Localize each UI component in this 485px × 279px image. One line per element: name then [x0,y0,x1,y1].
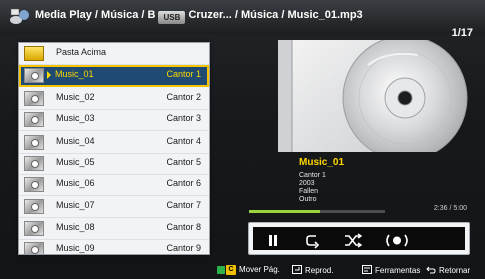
header-bar: Media Play / Música / B USB Cruzer... / Mú… [0,0,485,39]
tools-icon [362,265,372,274]
repeat-icon [306,235,320,249]
folder-up-icon [24,46,44,61]
list-item-name: Music_03 [56,113,95,123]
music-file-icon [24,177,44,192]
list-item-artist: Cantor 7 [166,200,201,210]
list-item-name: Music_04 [56,136,95,146]
list-item-name: Music_01 [55,69,94,79]
list-item-artist: Cantor 5 [166,157,201,167]
file-counter: 1/17 [451,27,473,39]
track-year: 2003 [299,180,315,187]
list-item[interactable]: Music_09 Cantor 9 [19,239,209,254]
footer-bar: C Mover Pág. Reprod. Ferramentas Retorna… [0,262,485,279]
folder-up-label: Pasta Acima [56,47,107,57]
play-indicator-icon [47,71,51,79]
playback-progress-bar[interactable] [249,210,385,213]
shuffle-button[interactable] [341,232,365,249]
list-item-artist: Cantor 9 [166,243,201,253]
sound-mode-button[interactable] [383,232,411,249]
playback-controls [248,222,470,255]
playback-time: 2:36 / 5:00 [433,205,467,212]
play-hint-label: Reprod. [305,266,334,275]
pause-icon [269,235,277,246]
list-item[interactable]: Music_07 Cantor 7 [19,196,209,218]
green-key-icon [217,266,225,274]
controls-inner [253,227,465,250]
music-file-icon [24,221,44,236]
list-item-artist: Cantor 2 [166,92,201,102]
list-item[interactable]: Music_02 Cantor 2 [19,88,209,110]
play-hint[interactable]: Reprod. [292,265,333,275]
breadcrumb-left: Media Play / Música / B [35,9,156,21]
move-page-hint[interactable]: Mover Pág. [239,265,280,274]
sound-mode-icon [386,234,408,247]
back-hint-label: Retornar [439,266,471,275]
list-item[interactable]: Music_06 Cantor 6 [19,174,209,196]
list-item-name: Music_06 [56,178,95,188]
pause-button[interactable] [261,232,285,249]
list-item-artist: Cantor 8 [166,222,201,232]
track-artist: Cantor 1 [299,172,326,179]
track-title: Music_01 [299,157,345,168]
music-file-icon [24,156,44,171]
list-item-name: Music_09 [56,243,95,253]
list-item-name: Music_07 [56,200,95,210]
list-item[interactable]: Music_01 Cantor 1 [19,65,209,87]
return-icon [426,266,436,274]
music-file-icon [24,199,44,214]
music-file-list: Pasta Acima Music_01 Cantor 1 Music_02 C… [18,42,210,255]
list-item-name: Music_02 [56,92,95,102]
breadcrumb: Media Play / Música / B USB Cruzer... / Mú… [35,9,363,24]
list-item-artist: Cantor 1 [166,69,201,79]
track-album: Fallen [299,188,319,195]
list-item-artist: Cantor 4 [166,136,201,146]
track-genre: Outro [299,196,317,203]
usb-drive-icon: USB [158,11,186,24]
playback-progress-fill [249,210,320,213]
list-item[interactable]: Music_08 Cantor 8 [19,218,209,240]
yellow-key-icon: C [226,265,236,275]
music-file-icon [24,68,44,83]
list-item[interactable]: Music_04 Cantor 4 [19,132,209,154]
music-file-icon [24,112,44,127]
album-art-cd-icon [278,40,468,152]
media-play-icon [10,8,29,24]
back-hint[interactable]: Retornar [426,265,470,275]
list-item-artist: Cantor 6 [166,178,201,188]
tools-hint-label: Ferramentas [375,266,421,275]
tools-hint[interactable]: Ferramentas [362,265,420,275]
list-item[interactable]: Music_05 Cantor 5 [19,153,209,175]
music-file-icon [24,91,44,106]
music-file-icon [24,135,44,150]
repeat-button[interactable] [301,232,325,249]
folder-up-item[interactable]: Pasta Acima [19,43,209,65]
list-item-artist: Cantor 3 [166,113,201,123]
breadcrumb-right: Cruzer... / Música / Music_01.mp3 [188,9,363,21]
list-item-name: Music_05 [56,157,95,167]
list-item[interactable]: Music_03 Cantor 3 [19,109,209,131]
media-player-screen: Media Play / Música / B USB Cruzer... / Mú… [0,0,485,279]
list-item-name: Music_08 [56,222,95,232]
music-file-icon [24,242,44,254]
shuffle-icon [345,233,363,248]
enter-icon [292,265,302,274]
